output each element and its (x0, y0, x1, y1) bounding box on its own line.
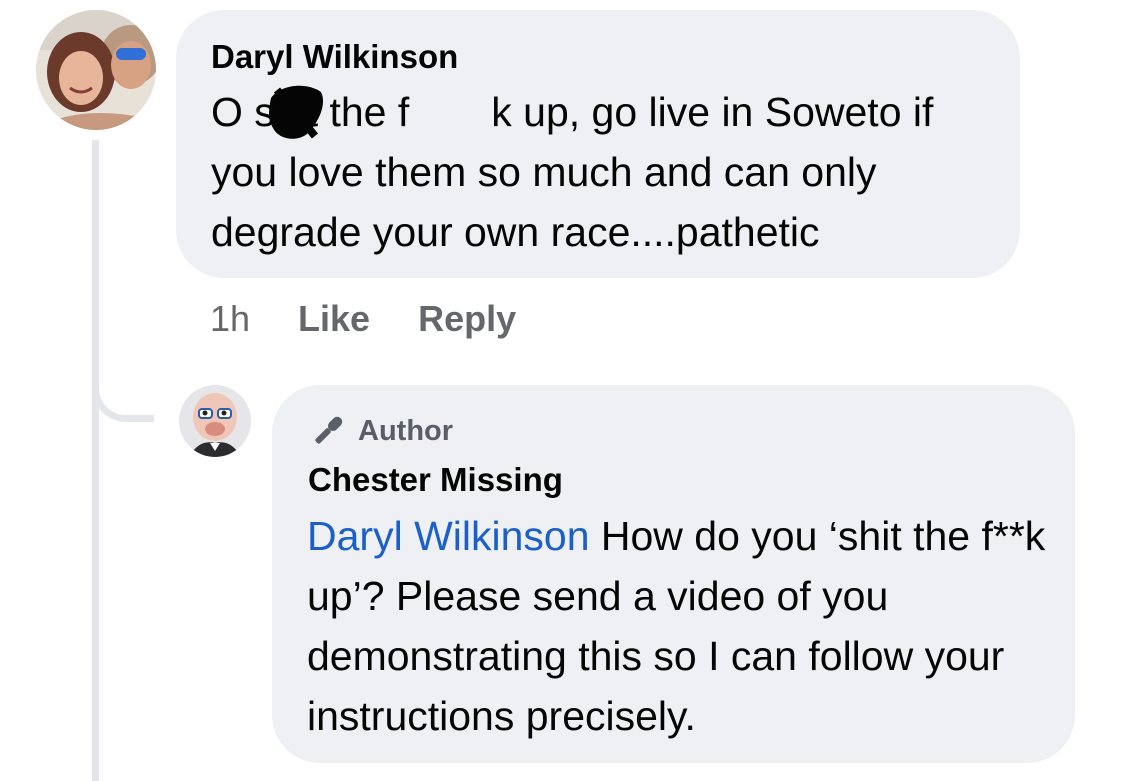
comment-author-name[interactable]: Daryl Wilkinson (211, 38, 458, 76)
like-button[interactable]: Like (298, 298, 370, 340)
comment-actions: 1h Like Reply (210, 298, 516, 340)
comment-thread: Daryl Wilkinson O shit the f k up, go li… (0, 0, 1125, 781)
mention-link[interactable]: Daryl Wilkinson (307, 513, 590, 559)
reply-text: Daryl Wilkinson How do you ‘shit the f**… (307, 506, 1059, 746)
avatar-photo-icon[interactable] (36, 10, 156, 130)
reply-bubble: Author Chester Missing Daryl Wilkinson H… (272, 385, 1075, 763)
comment-bubble: Daryl Wilkinson O shit the f k up, go li… (176, 10, 1020, 278)
thread-connector-line (92, 140, 99, 781)
author-badge-label: Author (358, 414, 454, 447)
microphone-icon (315, 416, 343, 444)
comment-timestamp: 1h (210, 298, 251, 339)
author-badge: Author (308, 411, 453, 451)
reply-author-name[interactable]: Chester Missing (308, 461, 563, 499)
comment-text: O shit the f k up, go live in Soweto if … (211, 89, 934, 255)
reply-button[interactable]: Reply (418, 298, 516, 340)
thread-reply-curve (92, 340, 154, 422)
puppet-avatar-icon[interactable] (179, 385, 251, 457)
